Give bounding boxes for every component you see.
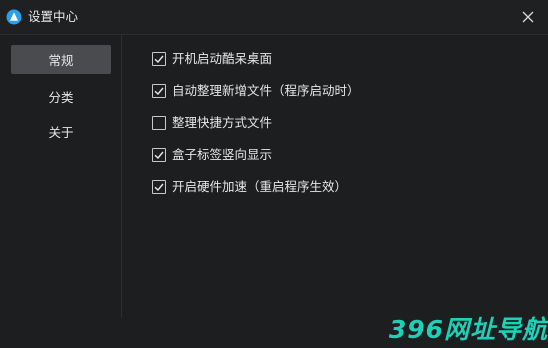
option-auto-organize[interactable]: 自动整理新增文件（程序启动时）	[152, 82, 452, 100]
close-button[interactable]	[516, 5, 540, 29]
checkmark-icon	[154, 55, 164, 64]
sidebar: 常规 分类 关于	[0, 35, 122, 318]
checkmark-icon	[154, 87, 164, 96]
option-checkbox[interactable]	[152, 52, 166, 66]
option-hardware-acceleration[interactable]: 开启硬件加速（重启程序生效）	[152, 178, 452, 196]
sidebar-item-category[interactable]: 分类	[11, 82, 111, 111]
option-vertical-tabs[interactable]: 盒子标签竖向显示	[152, 146, 452, 164]
sidebar-item-label: 常规	[48, 53, 74, 68]
watermark-logo: 396网址导航	[388, 315, 548, 344]
checkmark-icon	[154, 151, 164, 160]
app-logo-icon	[6, 9, 22, 25]
option-checkbox[interactable]	[152, 116, 166, 130]
option-checkbox[interactable]	[152, 148, 166, 162]
sidebar-item-about[interactable]: 关于	[11, 117, 111, 146]
sidebar-item-label: 分类	[48, 90, 74, 105]
sidebar-item-label: 关于	[48, 125, 74, 140]
title-bar: 设置中心	[0, 0, 548, 35]
option-label: 开启硬件加速（重启程序生效）	[172, 179, 348, 194]
close-icon	[522, 11, 534, 23]
settings-window: 设置中心 常规 分类 关于 开机启动酷呆桌面 自动整理新增文件（程序启动时） 整…	[0, 0, 548, 348]
option-label: 整理快捷方式文件	[172, 115, 273, 130]
option-checkbox[interactable]	[152, 180, 166, 194]
option-label: 盒子标签竖向显示	[172, 147, 273, 162]
option-label: 开机启动酷呆桌面	[172, 51, 273, 66]
option-autostart[interactable]: 开机启动酷呆桌面	[152, 50, 452, 68]
option-organize-shortcuts[interactable]: 整理快捷方式文件	[152, 114, 452, 132]
option-checkbox[interactable]	[152, 84, 166, 98]
option-label: 自动整理新增文件（程序启动时）	[172, 83, 360, 98]
checkmark-icon	[154, 183, 164, 192]
window-title: 设置中心	[28, 9, 79, 24]
sidebar-item-general[interactable]: 常规	[11, 45, 111, 74]
